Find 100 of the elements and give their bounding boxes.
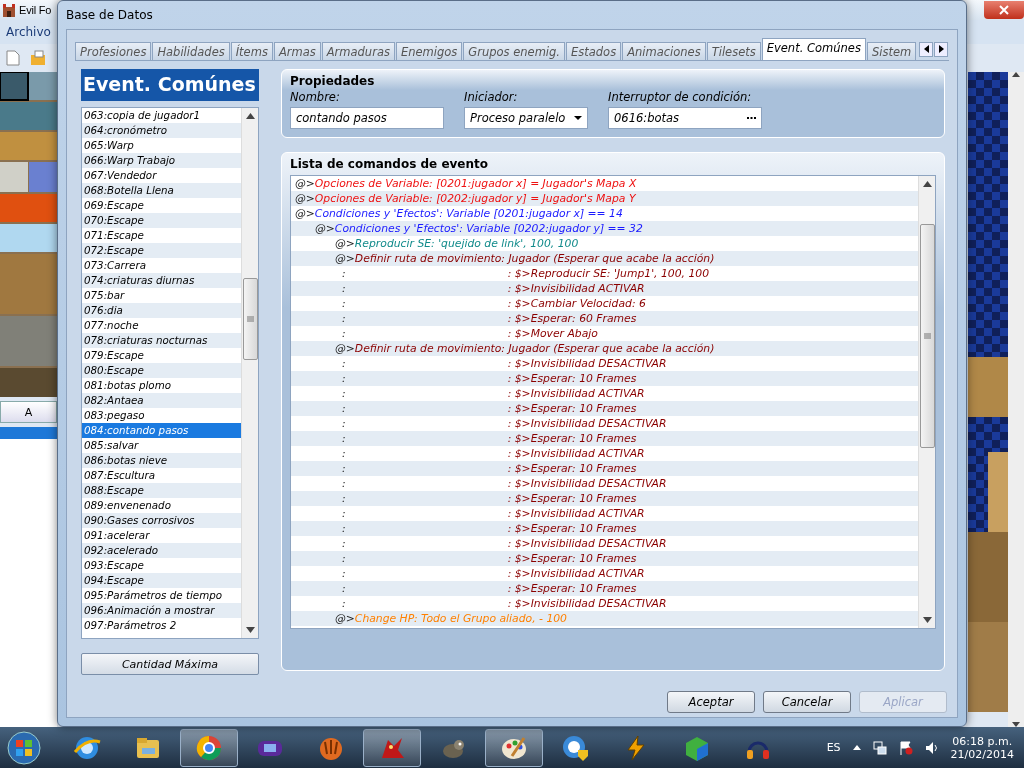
tab[interactable]: Estados — [566, 42, 622, 60]
right-arrow-icon[interactable] — [938, 45, 944, 53]
tab[interactable]: Enemigos — [395, 42, 463, 60]
list-item[interactable]: 069:Escape — [82, 198, 241, 213]
list-item[interactable]: 074:criaturas diurnas — [82, 273, 241, 288]
route-step[interactable]: : $>Invisibilidad ACTIVAR — [507, 281, 645, 296]
tab[interactable]: Profesiones — [75, 42, 152, 60]
tab[interactable]: Ítems — [230, 42, 273, 60]
ellipsis-icon[interactable] — [747, 116, 756, 120]
list-item[interactable]: 095:Parámetros de tiempo — [82, 588, 241, 603]
list-item[interactable]: 092:acelerado — [82, 543, 241, 558]
route-step[interactable]: : $>Esperar: 10 Frames — [507, 551, 637, 566]
list-item[interactable]: 087:Escultura — [82, 468, 241, 483]
list-item[interactable]: 067:Vendedor — [82, 168, 241, 183]
route-step[interactable]: : $>Invisibilidad DESACTIVAR — [507, 476, 667, 491]
up-arrow-icon[interactable] — [245, 113, 255, 119]
list-item[interactable]: 073:Carrera — [82, 258, 241, 273]
list-item[interactable]: 089:envenenado — [82, 498, 241, 513]
list-item[interactable]: 084:contando pasos — [82, 423, 241, 438]
route-step[interactable]: : $>Cambiar Velocidad: 6 — [507, 296, 646, 311]
list-item[interactable]: 077:noche — [82, 318, 241, 333]
command-line[interactable]: @>Opciones de Variable: [0201:jugador x] = Jugador's Mapa X — [295, 176, 637, 191]
left-arrow-icon[interactable] — [923, 45, 929, 53]
list-item[interactable]: 064:cronómetro — [82, 123, 241, 138]
network-icon[interactable] — [872, 740, 887, 755]
max-count-button[interactable]: Cantidad Máxima — [81, 653, 259, 675]
list-item[interactable]: 075:bar — [82, 288, 241, 303]
route-step[interactable]: : $>Esperar: 10 Frames — [507, 491, 637, 506]
list-item[interactable]: 071:Escape — [82, 228, 241, 243]
start-orb-icon[interactable] — [7, 730, 41, 765]
tab[interactable]: Animaciones — [622, 42, 706, 60]
scroll-left-button[interactable] — [919, 41, 934, 57]
list-item[interactable]: 086:botas nieve — [82, 453, 241, 468]
down-arrow-icon[interactable] — [922, 617, 932, 623]
dialog-button[interactable]: Cancelar — [763, 691, 851, 713]
menu-item[interactable]: Archivo — [6, 25, 51, 39]
close-icon[interactable] — [999, 5, 1009, 15]
scroll-right-button[interactable] — [934, 41, 949, 57]
route-step[interactable]: : $>Reproducir SE: 'Jump1', 100, 100 — [507, 266, 710, 281]
list-item[interactable]: 066:Warp Trabajo — [82, 153, 241, 168]
route-step[interactable]: : $>Invisibilidad DESACTIVAR — [507, 416, 667, 431]
scrollbar[interactable] — [241, 108, 258, 638]
list-item[interactable]: 097:Parámetros 2 — [82, 618, 241, 633]
tab[interactable]: Tilesets — [706, 42, 761, 60]
list-item[interactable]: 068:Botella Llena — [82, 183, 241, 198]
list-item[interactable]: 076:dia — [82, 303, 241, 318]
list-item[interactable]: 094:Escape — [82, 573, 241, 588]
command-line[interactable]: @>Reproducir SE: 'quejido de link', 100, 100 — [335, 236, 579, 251]
scrollbar[interactable] — [918, 176, 935, 628]
tab[interactable]: Armaduras — [321, 42, 395, 60]
route-step[interactable]: : $>Invisibilidad DESACTIVAR — [507, 596, 667, 611]
speaker-icon[interactable] — [924, 740, 939, 755]
scrollbar[interactable] — [1008, 72, 1024, 727]
flag-icon[interactable] — [898, 740, 913, 755]
tab[interactable]: Armas — [273, 42, 321, 60]
list-item[interactable]: 079:Escape — [82, 348, 241, 363]
list-item[interactable]: 090:Gases corrosivos — [82, 513, 241, 528]
route-step[interactable]: : $>Invisibilidad ACTIVAR — [507, 386, 645, 401]
route-step[interactable]: : $>Invisibilidad DESACTIVAR — [507, 536, 667, 551]
clock-date[interactable]: 21/02/2014 — [950, 747, 1014, 761]
route-step[interactable]: : $>Esperar: 10 Frames — [507, 431, 637, 446]
trigger-dropdown[interactable]: Proceso paralelo — [464, 107, 588, 129]
scroll-thumb[interactable] — [243, 278, 258, 360]
route-step[interactable]: : $>Invisibilidad ACTIVAR — [507, 506, 645, 521]
route-step[interactable]: : $>Invisibilidad ACTIVAR — [507, 566, 645, 581]
route-step[interactable]: : $>Esperar: 60 Frames — [507, 311, 637, 326]
up-arrow-icon[interactable] — [1012, 72, 1020, 77]
wheel-icon[interactable] — [195, 733, 223, 762]
event-list[interactable] — [81, 107, 259, 639]
list-item[interactable]: 081:botas plomo — [82, 378, 241, 393]
list-item[interactable]: 080:Escape — [82, 363, 241, 378]
language-indicator[interactable]: ES — [826, 741, 841, 754]
list-item[interactable]: 082:Antaea — [82, 393, 241, 408]
up-arrow-icon[interactable] — [852, 745, 861, 750]
list-item[interactable]: 063:copia de jugador1 — [82, 108, 241, 123]
tab[interactable]: Habilidades — [152, 42, 230, 60]
taskbar-button[interactable] — [180, 728, 238, 767]
close-button[interactable] — [984, 1, 1024, 19]
command-line[interactable]: @>Condiciones y 'Efectos': Variable [0201:jugador x] == 14 — [295, 206, 623, 221]
route-step[interactable]: : $>Invisibilidad ACTIVAR — [507, 446, 645, 461]
name-field[interactable]: contando pasos — [290, 107, 444, 129]
list-item[interactable]: 072:Escape — [82, 243, 241, 258]
route-step[interactable]: : $>Esperar: 10 Frames — [507, 461, 637, 476]
route-step[interactable]: : $>Invisibilidad DESACTIVAR — [507, 356, 667, 371]
route-step[interactable]: : $>Esperar: 10 Frames — [507, 371, 637, 386]
shield-icon[interactable] — [561, 733, 589, 762]
switch-field[interactable]: 0616:botas — [608, 107, 762, 129]
tab[interactable]: Sistem — [866, 42, 917, 60]
dialog-button[interactable]: Aceptar — [667, 691, 755, 713]
down-arrow-icon[interactable] — [1012, 722, 1020, 727]
list-item[interactable]: 065:Warp — [82, 138, 241, 153]
list-item[interactable]: 078:criaturas nocturnas — [82, 333, 241, 348]
route-step[interactable]: : $>Mover Abajo — [507, 326, 598, 341]
list-item[interactable]: 085:salvar — [82, 438, 241, 453]
list-item[interactable]: 093:Escape — [82, 558, 241, 573]
tab[interactable]: Grupos enemig. — [463, 42, 565, 60]
route-step[interactable]: : $>Esperar: 10 Frames — [507, 521, 637, 536]
layer-list[interactable] — [0, 427, 57, 727]
up-arrow-icon[interactable] — [922, 181, 932, 187]
list-item[interactable]: 096:Animación a mostrar — [82, 603, 241, 618]
